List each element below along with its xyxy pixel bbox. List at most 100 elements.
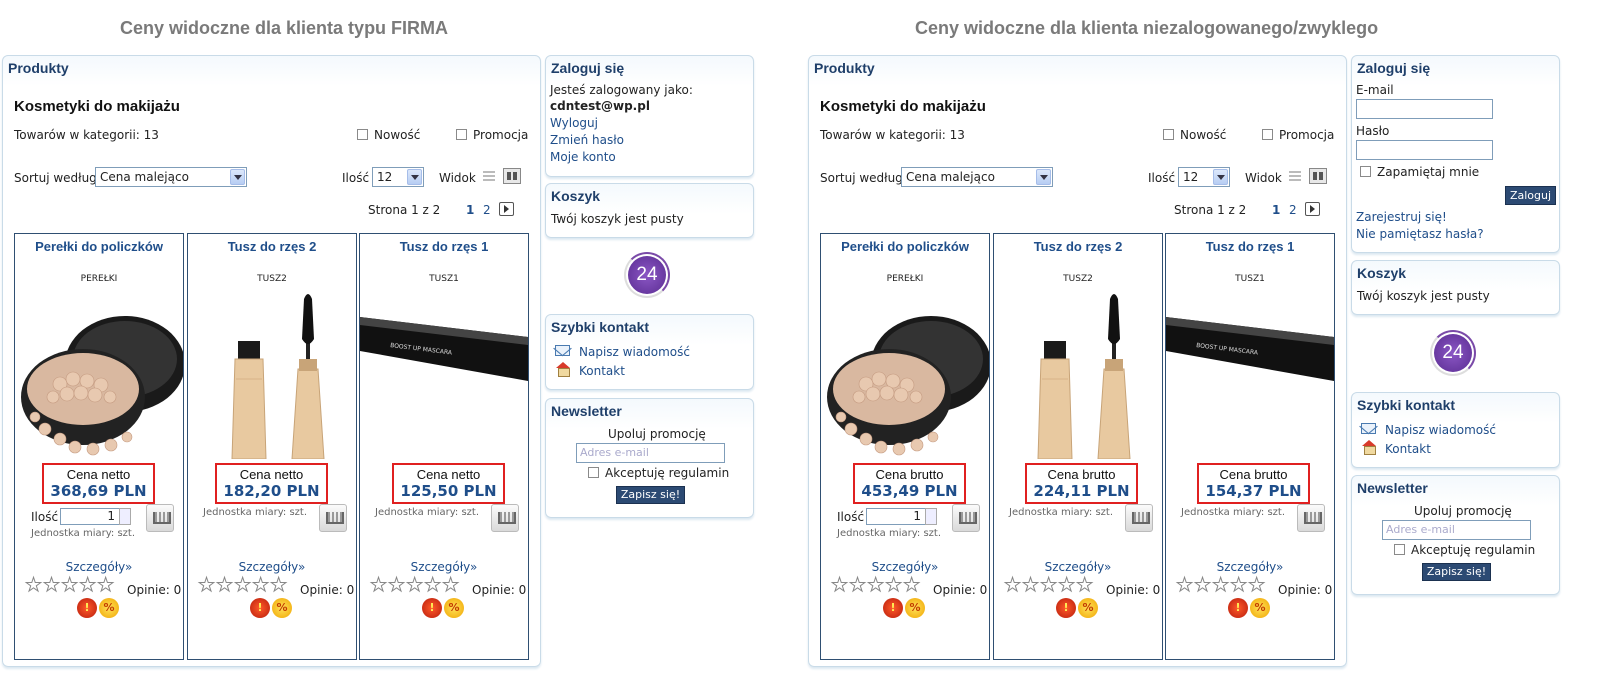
grid-view-icon[interactable] bbox=[503, 168, 521, 184]
newsletter-email-input[interactable]: Adres e-mail bbox=[576, 443, 725, 463]
my-account-link[interactable]: Moje konto bbox=[550, 150, 616, 164]
rating-stars[interactable]: ★★★★★ bbox=[369, 574, 460, 597]
add-to-cart-icon[interactable] bbox=[146, 504, 174, 532]
subscribe-button[interactable]: Zapisz się! bbox=[1422, 563, 1491, 581]
alert-badge-icon[interactable]: ! bbox=[1056, 598, 1076, 618]
product-image-mascara-gold[interactable] bbox=[994, 289, 1162, 459]
new-checkbox[interactable] bbox=[357, 129, 368, 140]
contact-link[interactable]: Kontakt bbox=[1385, 442, 1431, 456]
quantity-input[interactable]: 1 bbox=[60, 508, 120, 525]
details-link[interactable]: Szczegóły» bbox=[1166, 560, 1334, 574]
add-to-cart-icon[interactable] bbox=[1125, 504, 1153, 532]
forgot-password-link[interactable]: Nie pamiętasz hasła? bbox=[1356, 227, 1484, 241]
newsletter-email-input[interactable]: Adres e-mail bbox=[1382, 520, 1531, 540]
product-name-link[interactable]: Perełki do policzków bbox=[15, 239, 183, 254]
page-1-link[interactable]: 1 bbox=[1272, 203, 1280, 217]
promo-badge-icon[interactable]: % bbox=[905, 598, 925, 618]
promo-badge-icon[interactable]: % bbox=[444, 598, 464, 618]
accept-checkbox[interactable] bbox=[588, 467, 599, 478]
remember-me[interactable]: Zapamiętaj mnie bbox=[1360, 165, 1479, 179]
product-image-mascara-black[interactable]: BOOST UP MASCARA bbox=[360, 289, 528, 459]
password-field[interactable] bbox=[1356, 140, 1493, 160]
write-message-link[interactable]: Napisz wiadomość bbox=[579, 345, 690, 359]
sort-select[interactable]: Cena malejąco bbox=[901, 167, 1053, 187]
list-view-icon[interactable] bbox=[481, 169, 499, 185]
filter-promo[interactable]: Promocja bbox=[1262, 128, 1334, 142]
alert-badge-icon[interactable]: ! bbox=[77, 598, 97, 618]
qty-select[interactable]: 12 bbox=[372, 167, 424, 187]
email-field[interactable] bbox=[1356, 99, 1493, 119]
rating-stars[interactable]: ★★★★★ bbox=[1175, 574, 1266, 597]
login-panel-logged: Zaloguj się Jesteś zalogowany jako: cdnt… bbox=[545, 55, 754, 177]
rating-stars[interactable]: ★★★★★ bbox=[197, 574, 288, 597]
next-page-icon[interactable] bbox=[499, 202, 514, 216]
quantity-stepper[interactable] bbox=[119, 508, 131, 525]
product-image-mascara-gold[interactable] bbox=[188, 289, 356, 459]
promo-badge-icon[interactable]: % bbox=[1078, 598, 1098, 618]
new-checkbox[interactable] bbox=[1163, 129, 1174, 140]
qty-select[interactable]: 12 bbox=[1178, 167, 1230, 187]
details-link[interactable]: Szczegóły» bbox=[821, 560, 989, 574]
filter-new[interactable]: Nowość bbox=[357, 128, 420, 142]
alert-badge-icon[interactable]: ! bbox=[1228, 598, 1248, 618]
add-to-cart-icon[interactable] bbox=[319, 504, 347, 532]
logout-link[interactable]: Wyloguj bbox=[550, 116, 598, 130]
rating-stars[interactable]: ★★★★★ bbox=[830, 574, 921, 597]
product-name-link[interactable]: Tusz do rzęs 1 bbox=[360, 239, 528, 254]
envelope-icon bbox=[1361, 423, 1376, 434]
promo-badge-icon[interactable]: % bbox=[1250, 598, 1270, 618]
page-2-link[interactable]: 2 bbox=[1289, 203, 1297, 217]
add-to-cart-icon[interactable] bbox=[491, 504, 519, 532]
email-label: E-mail bbox=[1356, 83, 1394, 97]
product-name-link[interactable]: Tusz do rzęs 1 bbox=[1166, 239, 1334, 254]
product-name-link[interactable]: Tusz do rzęs 2 bbox=[188, 239, 356, 254]
grid-view-icon[interactable] bbox=[1309, 168, 1327, 184]
next-page-icon[interactable] bbox=[1305, 202, 1320, 216]
alert-badge-icon[interactable]: ! bbox=[250, 598, 270, 618]
alert-badge-icon[interactable]: ! bbox=[883, 598, 903, 618]
add-to-cart-icon[interactable] bbox=[952, 504, 980, 532]
details-link[interactable]: Szczegóły» bbox=[360, 560, 528, 574]
quantity-input[interactable]: 1 bbox=[866, 508, 926, 525]
page-2-link[interactable]: 2 bbox=[483, 203, 491, 217]
details-link[interactable]: Szczegóły» bbox=[188, 560, 356, 574]
alert-badge-icon[interactable]: ! bbox=[422, 598, 442, 618]
product-image-mascara-black[interactable]: BOOST UP MASCARA bbox=[1166, 289, 1334, 459]
product-card[interactable]: Tusz do rzęs 2 TUSZ2 Cena brutto 224,11 … bbox=[993, 233, 1163, 660]
product-card[interactable]: Tusz do rzęs 1 TUSZ1 BOOST UP MASCARA Ce… bbox=[359, 233, 529, 660]
rating-stars[interactable]: ★★★★★ bbox=[1003, 574, 1094, 597]
details-link[interactable]: Szczegóły» bbox=[994, 560, 1162, 574]
product-name-link[interactable]: Perełki do policzków bbox=[821, 239, 989, 254]
price-box: Cena netto 125,50 PLN bbox=[392, 463, 505, 504]
promo-checkbox[interactable] bbox=[1262, 129, 1273, 140]
list-view-icon[interactable] bbox=[1287, 169, 1305, 185]
filter-new[interactable]: Nowość bbox=[1163, 128, 1226, 142]
product-card[interactable]: Tusz do rzęs 2 TUSZ2 Cena netto 182,20 P… bbox=[187, 233, 357, 660]
promo-checkbox[interactable] bbox=[456, 129, 467, 140]
filter-promo[interactable]: Promocja bbox=[456, 128, 528, 142]
remember-checkbox[interactable] bbox=[1360, 166, 1371, 177]
change-password-link[interactable]: Zmień hasło bbox=[550, 133, 624, 147]
quantity-stepper[interactable] bbox=[925, 508, 937, 525]
accept-terms[interactable]: Akceptuję regulamin bbox=[588, 466, 729, 480]
product-image-pearls[interactable] bbox=[15, 289, 183, 459]
product-card[interactable]: Perełki do policzków PEREŁKI Cena brutto… bbox=[820, 233, 990, 660]
accept-terms[interactable]: Akceptuję regulamin bbox=[1394, 543, 1535, 557]
add-to-cart-icon[interactable] bbox=[1297, 504, 1325, 532]
login-button[interactable]: Zaloguj bbox=[1505, 186, 1556, 205]
product-image-pearls[interactable] bbox=[821, 289, 989, 459]
details-link[interactable]: Szczegóły» bbox=[15, 560, 183, 574]
promo-badge-icon[interactable]: % bbox=[99, 598, 119, 618]
page-1-link[interactable]: 1 bbox=[466, 203, 474, 217]
sort-select[interactable]: Cena malejąco bbox=[95, 167, 247, 187]
accept-checkbox[interactable] bbox=[1394, 544, 1405, 555]
rating-stars[interactable]: ★★★★★ bbox=[24, 574, 115, 597]
write-message-link[interactable]: Napisz wiadomość bbox=[1385, 423, 1496, 437]
contact-link[interactable]: Kontakt bbox=[579, 364, 625, 378]
product-card[interactable]: Perełki do policzków PEREŁKI Cena netto … bbox=[14, 233, 184, 660]
subscribe-button[interactable]: Zapisz się! bbox=[616, 486, 685, 504]
product-name-link[interactable]: Tusz do rzęs 2 bbox=[994, 239, 1162, 254]
product-card[interactable]: Tusz do rzęs 1 TUSZ1 BOOST UP MASCARA Ce… bbox=[1165, 233, 1335, 660]
register-link[interactable]: Zarejestruj się! bbox=[1356, 210, 1447, 224]
promo-badge-icon[interactable]: % bbox=[272, 598, 292, 618]
